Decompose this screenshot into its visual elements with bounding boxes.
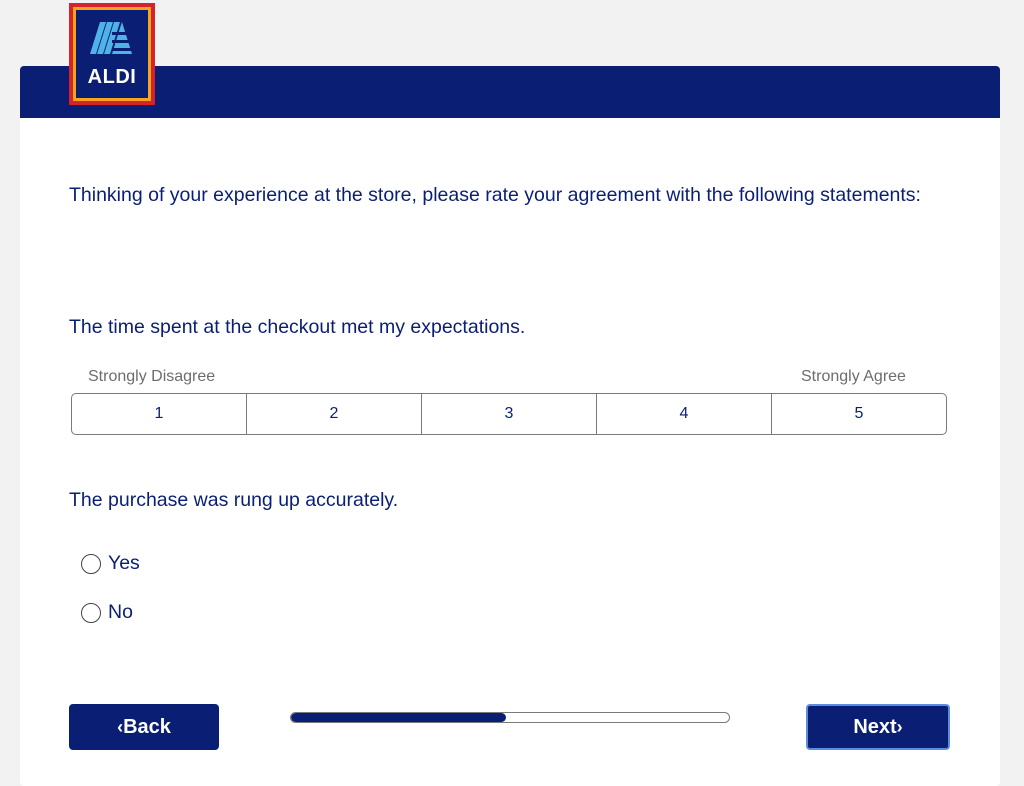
- next-button-label: Next: [853, 715, 897, 738]
- rating-option-3[interactable]: 3: [422, 394, 597, 434]
- logo-text: ALDI: [87, 66, 137, 88]
- scale-anchor-high: Strongly Agree: [801, 368, 906, 385]
- aldi-logo: ALDI: [69, 3, 155, 105]
- radio-circle-yes[interactable]: [81, 553, 101, 574]
- aldi-stripes-icon: [90, 22, 134, 54]
- question-checkout-time: The time spent at the checkout met my ex…: [69, 316, 526, 338]
- chevron-right-icon: ›: [896, 716, 903, 737]
- intro-text: Thinking of your experience at the store…: [69, 184, 921, 206]
- next-button[interactable]: Next ›: [806, 704, 950, 750]
- progress-bar: [290, 712, 730, 723]
- radio-label-yes: Yes: [108, 552, 140, 574]
- radio-label-no: No: [108, 601, 133, 623]
- question-rung-up-accurately: The purchase was rung up accurately.: [69, 489, 399, 511]
- back-button[interactable]: ‹ Back: [69, 704, 219, 750]
- radio-no[interactable]: No: [81, 601, 133, 624]
- rating-option-4[interactable]: 4: [597, 394, 772, 434]
- rating-option-5[interactable]: 5: [772, 394, 946, 434]
- radio-circle-no[interactable]: [81, 602, 101, 623]
- back-button-label: Back: [123, 715, 171, 738]
- header-bar: [20, 66, 1000, 118]
- progress-fill: [291, 713, 506, 722]
- rating-option-1[interactable]: 1: [72, 394, 247, 434]
- scale-anchor-low: Strongly Disagree: [88, 368, 216, 385]
- rating-scale: 1 2 3 4 5: [71, 393, 947, 435]
- rating-option-2[interactable]: 2: [247, 394, 422, 434]
- radio-yes[interactable]: Yes: [81, 552, 140, 575]
